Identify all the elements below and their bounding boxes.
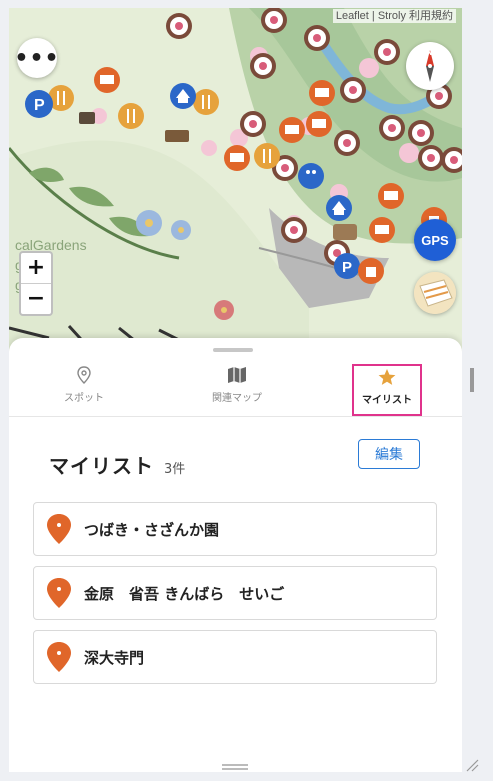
- zoom-in-button[interactable]: +: [21, 253, 51, 283]
- app-frame: calGardens g g: [9, 8, 462, 772]
- tab-related-maps-label: 関連マップ: [212, 393, 262, 404]
- mylist-items: つばき・さざんか園 金原 省吾 きんばら せいご 深大寺門: [33, 502, 437, 694]
- mylist-title: マイリスト: [49, 454, 154, 478]
- edit-button[interactable]: 編集: [358, 439, 420, 469]
- tab-spot[interactable]: スポット: [49, 364, 119, 412]
- mylist-count: 3件: [164, 462, 186, 477]
- more-dots-icon: •••: [14, 45, 60, 71]
- list-item[interactable]: 金原 省吾 きんばら せいご: [33, 566, 437, 620]
- sheet-drag-handle[interactable]: [213, 348, 253, 352]
- sheet-tab-bar: スポット 関連マップ マイリスト: [9, 358, 462, 417]
- more-menu-button[interactable]: •••: [14, 38, 60, 78]
- map-pin-icon: [47, 642, 71, 672]
- list-item-label: 深大寺門: [84, 648, 145, 667]
- location-pin-icon: [77, 366, 91, 384]
- list-item[interactable]: つばき・さざんか園: [33, 502, 437, 556]
- map-pin-icon: [47, 514, 71, 544]
- window-resize-grip-icon[interactable]: [465, 758, 479, 772]
- illustrated-map[interactable]: calGardens g g: [9, 8, 462, 378]
- map-attribution[interactable]: Leaflet | Stroly 利用規約: [332, 9, 456, 23]
- svg-text:P: P: [34, 97, 45, 114]
- map-pin-icon: [47, 578, 71, 608]
- zoom-out-button[interactable]: −: [21, 283, 51, 314]
- zoom-control: + −: [19, 251, 53, 316]
- bottom-sheet: スポット 関連マップ マイリスト マイリスト 3件 編集 つばき・さざんか園 金…: [9, 338, 462, 772]
- compass-button[interactable]: N: [406, 42, 454, 90]
- star-icon: [378, 369, 396, 385]
- side-panel-grip-icon[interactable]: [470, 368, 474, 392]
- list-item[interactable]: 深大寺門: [33, 630, 437, 684]
- tab-related-maps[interactable]: 関連マップ: [202, 364, 272, 412]
- list-item-label: つばき・さざんか園: [84, 520, 220, 539]
- tab-spot-label: スポット: [64, 393, 104, 404]
- map-illustration: calGardens g g: [9, 8, 462, 378]
- svg-text:P: P: [342, 259, 352, 276]
- tab-mylist-label: マイリスト: [362, 395, 412, 406]
- compass-north-label: N: [426, 48, 433, 57]
- map-layer-toggle-button[interactable]: [414, 272, 456, 314]
- bottom-resize-grip-icon[interactable]: [222, 764, 248, 770]
- mylist-header: マイリスト 3件: [49, 450, 185, 479]
- gps-button[interactable]: GPS: [414, 219, 456, 261]
- map-icon: [228, 367, 246, 383]
- tab-mylist[interactable]: マイリスト: [352, 364, 422, 416]
- list-item-label: 金原 省吾 きんばら せいご: [84, 584, 285, 603]
- map-thumbnail-icon: [414, 272, 456, 314]
